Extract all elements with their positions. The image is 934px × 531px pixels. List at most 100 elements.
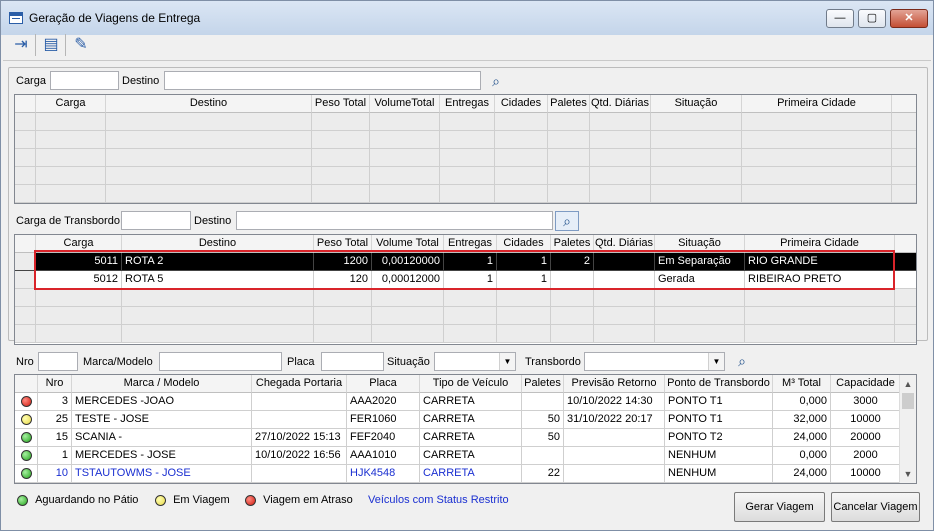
col-primeira-cidade[interactable]: Primeira Cidade (742, 95, 892, 113)
table-row[interactable]: 3 MERCEDES -JOAO AAA2020 CARRETA 10/10/2… (15, 393, 916, 411)
cell-previsao (564, 465, 665, 483)
cell-marca: MERCEDES -JOAO (72, 393, 252, 411)
veiculos-grid[interactable]: Nro Marca / Modelo Chegada Portaria Plac… (14, 374, 917, 484)
chevron-down-icon[interactable]: ▼ (499, 353, 515, 370)
col-previsao-retorno[interactable]: Previsão Retorno (564, 375, 665, 393)
status-red-icon (20, 395, 32, 407)
col-peso-total[interactable]: Peso Total (312, 95, 370, 113)
carga-transbordo-input[interactable] (121, 211, 191, 230)
status-green-icon (17, 494, 28, 506)
col-carga[interactable]: Carga (36, 95, 106, 113)
scroll-down-icon[interactable]: ▼ (900, 466, 916, 482)
status-green-icon (20, 467, 32, 479)
table-row[interactable]: 1 MERCEDES - JOSE 10/10/2022 16:56 AAA10… (15, 447, 916, 465)
col-capacidade[interactable]: Capacidade (831, 375, 901, 393)
col-tipo-veiculo[interactable]: Tipo de Veículo (420, 375, 522, 393)
cell-chegada (252, 411, 347, 429)
cell-capacidade: 20000 (831, 429, 901, 447)
situacao-label: Situação (387, 356, 430, 368)
placa-label: Placa (287, 356, 315, 368)
eraser-icon[interactable]: ✎ (69, 33, 93, 57)
scroll-up-icon[interactable]: ▲ (900, 376, 916, 392)
cancelar-viagem-button[interactable]: Cancelar Viagem (831, 492, 920, 522)
binoculars-search-icon[interactable]: ⌕ (555, 211, 579, 231)
legend-em-viagem: Em Viagem (155, 494, 230, 506)
marca-modelo-input[interactable] (159, 352, 282, 371)
col-volume-total[interactable]: VolumeTotal (370, 95, 440, 113)
cell-placa: AAA1010 (347, 447, 420, 465)
cell-nro: 25 (38, 411, 72, 429)
col-situacao[interactable]: Situação (651, 95, 742, 113)
clipboard-icon[interactable]: ▤ (39, 33, 63, 57)
col-entregas[interactable]: Entregas (440, 95, 495, 113)
cell-nro: 15 (38, 429, 72, 447)
destino-transbordo-input[interactable] (236, 211, 553, 230)
empty-row (15, 149, 916, 167)
table-row[interactable]: 10 TSTAUTOWMS - JOSE HJK4548 CARRETA 22 … (15, 465, 916, 483)
col-paletes[interactable]: Paletes (522, 375, 564, 393)
cell-placa: AAA2020 (347, 393, 420, 411)
cell-paletes: 50 (522, 411, 564, 429)
exit-door-icon[interactable]: ⇥ (9, 33, 33, 57)
cell-chegada: 27/10/2022 15:13 (252, 429, 347, 447)
col-qtd-diarias[interactable]: Qtd. Diárias (590, 95, 651, 113)
col-paletes[interactable]: Paletes (548, 95, 590, 113)
col-destino[interactable]: Destino (106, 95, 312, 113)
col-ponto-transbordo[interactable]: Ponto de Transbordo (665, 375, 773, 393)
situacao-select[interactable]: ▼ (434, 352, 516, 371)
transbordo-select[interactable]: ▼ (584, 352, 725, 371)
col-nro[interactable]: Nro (38, 375, 72, 393)
binoculars-search-icon[interactable]: ⌕ (730, 351, 754, 371)
cell-previsao: 10/10/2022 14:30 (564, 393, 665, 411)
empty-row (15, 307, 916, 325)
col-placa[interactable]: Placa (347, 375, 420, 393)
minimize-button[interactable]: — (826, 9, 854, 28)
vertical-scrollbar[interactable]: ▲ ▼ (899, 375, 916, 483)
cell-paletes (522, 393, 564, 411)
col-m3-total[interactable]: M³ Total (773, 375, 831, 393)
legend-aguardando: Aguardando no Pátio (17, 494, 138, 506)
col-marca-modelo[interactable]: Marca / Modelo (72, 375, 252, 393)
maximize-button[interactable]: ▢ (858, 9, 886, 28)
toolbar-separator (65, 34, 66, 56)
cell-m3: 24,000 (773, 465, 831, 483)
cell-ponto: PONTO T1 (665, 393, 773, 411)
cell-previsao: 31/10/2022 20:17 (564, 411, 665, 429)
status-header (15, 375, 38, 393)
cell-marca: SCANIA - (72, 429, 252, 447)
chevron-down-icon[interactable]: ▼ (708, 353, 724, 370)
col-cidades[interactable]: Cidades (495, 95, 548, 113)
carga-input[interactable] (50, 71, 119, 90)
close-button[interactable]: ✕ (890, 9, 928, 28)
destino-input[interactable] (164, 71, 481, 90)
cell-m3: 0,000 (773, 393, 831, 411)
cell-capacidade: 10000 (831, 411, 901, 429)
cell-m3: 0,000 (773, 447, 831, 465)
binoculars-search-icon[interactable]: ⌕ (484, 71, 508, 91)
cell-chegada (252, 393, 347, 411)
status-yellow-icon (20, 413, 32, 425)
legend-restrito: Veículos com Status Restrito (368, 494, 509, 506)
carga-label: Carga (16, 75, 46, 87)
window-title: Geração de Viagens de Entrega (29, 11, 201, 25)
cell-capacidade: 3000 (831, 393, 901, 411)
gerar-viagem-button[interactable]: Gerar Viagem (734, 492, 825, 522)
marca-modelo-label: Marca/Modelo (83, 356, 153, 368)
table-row[interactable]: 15 SCANIA - 27/10/2022 15:13 FEF2040 CAR… (15, 429, 916, 447)
empty-row (15, 131, 916, 149)
cargas-grid[interactable]: Carga Destino Peso Total VolumeTotal Ent… (14, 94, 917, 204)
cell-placa: HJK4548 (347, 465, 420, 483)
cell-paletes: 22 (522, 465, 564, 483)
nro-input[interactable] (38, 352, 78, 371)
placa-input[interactable] (321, 352, 384, 371)
transbordo-label: Transbordo (525, 356, 581, 368)
cell-m3: 24,000 (773, 429, 831, 447)
carga-transbordo-label: Carga de Transbordo (16, 215, 120, 227)
cell-nro: 3 (38, 393, 72, 411)
cell-previsao (564, 429, 665, 447)
col-chegada-portaria[interactable]: Chegada Portaria (252, 375, 347, 393)
scroll-thumb[interactable] (902, 393, 914, 409)
cell-capacidade: 10000 (831, 465, 901, 483)
nro-label: Nro (16, 356, 34, 368)
table-row[interactable]: 25 TESTE - JOSE FER1060 CARRETA 50 31/10… (15, 411, 916, 429)
